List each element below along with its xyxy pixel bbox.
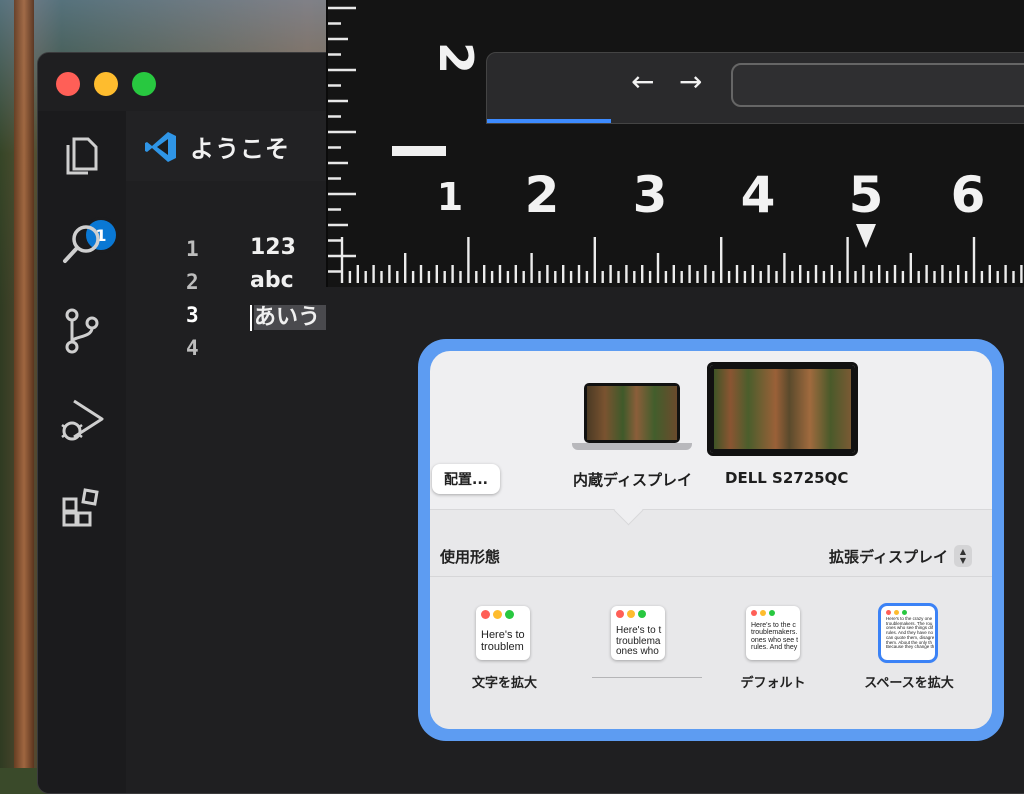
- ruler-number: 6: [951, 166, 986, 224]
- display-settings-content: 配置... 内蔵ディスプレイ DELL S2725QC 使用形態 拡張ディスプレ…: [430, 351, 992, 729]
- ruler-number: 2: [429, 42, 483, 74]
- external-display-label: DELL S2725QC: [725, 469, 849, 487]
- text-cursor: [250, 305, 252, 331]
- zoom-button[interactable]: [132, 72, 156, 96]
- line-number-active: 3: [186, 303, 199, 327]
- forward-button[interactable]: →: [679, 65, 702, 98]
- minimize-button[interactable]: [94, 72, 118, 96]
- line-number: 1: [186, 237, 199, 261]
- arrange-button[interactable]: 配置...: [432, 464, 500, 494]
- usage-value[interactable]: 拡張ディスプレイ: [829, 546, 948, 567]
- usage-row: 使用形態 拡張ディスプレイ ▲ ▼: [430, 540, 992, 577]
- close-button[interactable]: [56, 72, 80, 96]
- browser-toolbar: ← →: [486, 52, 1024, 124]
- line-number: 2: [186, 270, 199, 294]
- ruler-markings: 2 1 2 3 4 5 6: [328, 6, 1023, 283]
- option-label-more-space: スペースを拡大: [864, 676, 954, 691]
- option-more-space-selected[interactable]: Here's to the crazy one troublemakers. T…: [878, 603, 938, 663]
- option-larger-text[interactable]: Here's to troublem: [476, 606, 530, 660]
- address-bar[interactable]: [731, 63, 1024, 107]
- explorer-icon[interactable]: [58, 131, 106, 179]
- external-display-thumbnail[interactable]: [707, 362, 858, 456]
- search-icon[interactable]: [58, 219, 106, 267]
- activity-bar: 1: [38, 111, 127, 793]
- source-control-icon[interactable]: [58, 307, 106, 355]
- usage-label: 使用形態: [440, 548, 501, 566]
- run-debug-icon[interactable]: [58, 395, 106, 443]
- resolution-slider-track[interactable]: [592, 677, 702, 678]
- ruler-number: 2: [525, 166, 560, 224]
- option-medium-larger[interactable]: Here's to t troublema ones who: [611, 606, 665, 660]
- code-line[interactable]: 123: [250, 235, 296, 260]
- option-default[interactable]: Here's to the c troublemakers. ones who …: [746, 606, 800, 660]
- display-settings-panel: 配置... 内蔵ディスプレイ DELL S2725QC 使用形態 拡張ディスプレ…: [418, 339, 1004, 741]
- ruler-number: 1: [437, 175, 463, 219]
- ruler-number: 5: [849, 166, 884, 224]
- tab-welcome[interactable]: ようこそ: [144, 129, 290, 164]
- extensions-icon[interactable]: [58, 483, 106, 531]
- ruler-number: 4: [741, 166, 776, 224]
- vscode-logo-icon: [145, 131, 176, 162]
- option-label-larger-text: 文字を拡大: [472, 676, 538, 691]
- ruler-number: 3: [633, 166, 668, 224]
- option-label-default: デフォルト: [740, 676, 806, 691]
- code-line-selected[interactable]: あいう: [250, 299, 327, 331]
- page-load-progress: [487, 119, 611, 123]
- line-number: 4: [186, 336, 199, 360]
- ruler-bar: [392, 146, 446, 156]
- selected-text: あいう: [254, 305, 327, 330]
- code-line[interactable]: abc: [250, 268, 294, 293]
- tab-title: ようこそ: [190, 135, 290, 163]
- preview-text: Here's to the crazy one troublemakers. T…: [886, 616, 935, 650]
- ruler-overlay: 2 1 2 3 4 5 6: [326, 0, 1024, 287]
- ruler-marker: [856, 224, 876, 248]
- selection-pointer: [613, 495, 644, 526]
- usage-stepper-icon[interactable]: ▲ ▼: [954, 545, 972, 567]
- builtin-display-thumbnail[interactable]: [572, 383, 692, 459]
- preview-text: Here's to the c troublemakers. ones who …: [751, 622, 799, 652]
- preview-text: Here's to troublem: [481, 629, 525, 653]
- builtin-display-label: 内蔵ディスプレイ: [573, 471, 692, 489]
- display-options-section: 使用形態 拡張ディスプレイ ▲ ▼ Here's to troublem Here…: [430, 495, 992, 729]
- back-button[interactable]: ←: [631, 65, 654, 98]
- preview-text: Here's to t troublema ones who: [616, 625, 662, 657]
